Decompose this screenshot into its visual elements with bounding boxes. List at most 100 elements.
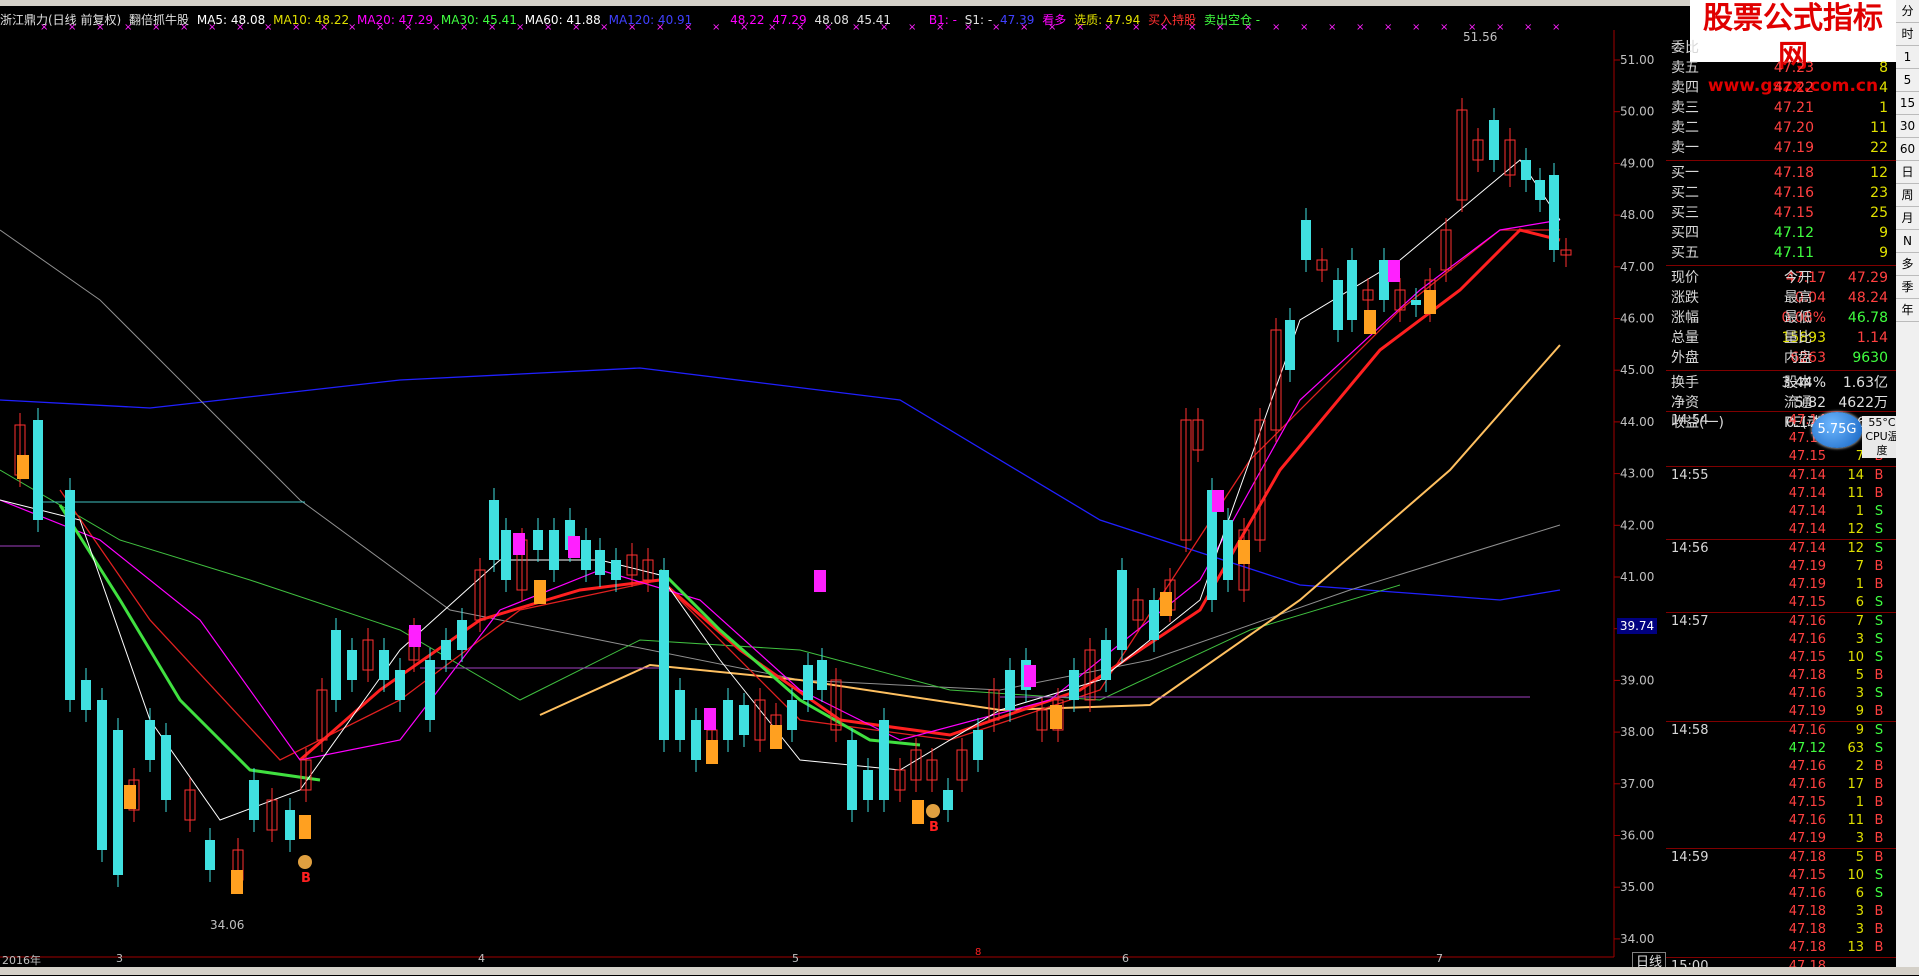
top-cross-mark: × xyxy=(264,22,272,33)
tick-price: 47.16 xyxy=(1788,886,1826,901)
top-cross-mark: × xyxy=(712,22,720,33)
period-tab[interactable]: 日 xyxy=(1896,161,1919,184)
bid-row[interactable]: 买四 47.12 9 xyxy=(1666,223,1896,243)
ask-row[interactable]: 卖五 47.23 8 xyxy=(1666,58,1896,78)
signal-bar xyxy=(1364,310,1376,334)
tick-price: 47.18 xyxy=(1788,668,1826,683)
top-cross-mark: × xyxy=(880,22,888,33)
top-cross-mark: × xyxy=(292,22,300,33)
top-cross-mark: × xyxy=(152,22,160,33)
top-cross-mark: × xyxy=(68,22,76,33)
period-tab[interactable]: 周 xyxy=(1896,184,1919,207)
price-label: 43.00 xyxy=(1620,467,1654,481)
candle-body xyxy=(1379,260,1389,300)
tick-volume: 12 xyxy=(1847,522,1864,537)
tick-row: 47.19 3 B xyxy=(1666,830,1896,848)
quote-key: 总量 xyxy=(1671,330,1699,346)
candle-body xyxy=(879,720,889,800)
top-cross-mark: × xyxy=(656,22,664,33)
low-label: 34.06 xyxy=(210,918,245,932)
tick-list[interactable]: 14:5447.1447.1447.157B14:5547.1414B47.14… xyxy=(1666,411,1896,976)
tick-direction: B xyxy=(1874,759,1884,774)
ask-volume: 22 xyxy=(1870,140,1888,156)
candle-body xyxy=(863,770,873,800)
tick-direction: B xyxy=(1874,904,1884,919)
candle-body xyxy=(611,560,621,580)
period-tab[interactable]: 1 xyxy=(1896,46,1919,69)
quote-row: 现价 47.17 今开 47.29 xyxy=(1666,268,1896,288)
quote-stats: 现价 47.17 今开 47.29 涨跌 0.04 最高 48.24 涨幅 0.08% 最低 46.7… xyxy=(1666,268,1896,433)
tick-row: 14:58 47.16 9 S xyxy=(1666,721,1896,740)
top-cross-mark: × xyxy=(992,22,1000,33)
magenta-bar xyxy=(1388,260,1400,282)
bid-row[interactable]: 买一 47.18 12 xyxy=(1666,163,1896,183)
tick-direction: S xyxy=(1874,650,1884,665)
top-cross-mark: × xyxy=(1524,22,1532,33)
period-tab[interactable]: 年 xyxy=(1896,299,1919,322)
tick-direction: B xyxy=(1874,559,1884,574)
ask-row[interactable]: 卖二 47.20 11 xyxy=(1666,118,1896,138)
top-cross-mark: × xyxy=(1216,22,1224,33)
month-label-1: 3 xyxy=(116,952,123,965)
bid-label: 买四 xyxy=(1671,225,1699,241)
period-tab[interactable]: 季 xyxy=(1896,276,1919,299)
ask-label: 卖三 xyxy=(1671,100,1699,116)
period-tab[interactable]: 5 xyxy=(1896,69,1919,92)
tick-row: 14:55 47.14 14 B xyxy=(1666,466,1896,485)
signal-bar xyxy=(124,785,136,809)
month-label-4: 6 xyxy=(1122,952,1129,965)
quote-key: 最低 xyxy=(1784,310,1812,326)
tick-row: 47.14 12 S xyxy=(1666,521,1896,539)
month-label-3: 5 xyxy=(792,952,799,965)
tick-price: 47.16 xyxy=(1788,614,1826,629)
price-label: 41.00 xyxy=(1620,570,1654,584)
magenta-bar xyxy=(814,570,826,592)
candle-body xyxy=(1521,160,1531,180)
period-tab[interactable]: 15 xyxy=(1896,92,1919,115)
period-tab[interactable]: N xyxy=(1896,230,1919,253)
quote-value: 1.63亿 xyxy=(1842,375,1888,391)
candle-body xyxy=(739,705,749,735)
period-tab[interactable]: 月 xyxy=(1896,207,1919,230)
tick-price: 47.19 xyxy=(1788,559,1826,574)
current-price-tag: 39.74 xyxy=(1617,618,1657,634)
magenta-bar xyxy=(513,533,525,555)
candle-body xyxy=(973,730,983,760)
tick-direction: B xyxy=(1874,795,1884,810)
memory-badge[interactable]: 5.75G xyxy=(1812,412,1862,448)
order-book-header: 委比 xyxy=(1671,40,1699,56)
tick-volume: 1 xyxy=(1855,504,1864,519)
period-tab[interactable]: 分 xyxy=(1896,0,1919,23)
tick-price: 47.18 xyxy=(1788,922,1826,937)
price-label: 51.00 xyxy=(1620,53,1654,67)
quote-row: 净资 5.82 流通 4622万 xyxy=(1666,393,1896,413)
top-cross-mark: × xyxy=(1552,22,1560,33)
period-tab[interactable]: 时 xyxy=(1896,23,1919,46)
candlestick-chart[interactable]: 51.00 50.00 49.00 48.00 47.00 46.00 45.00 44.00… xyxy=(0,0,1666,965)
tick-volume: 3 xyxy=(1855,686,1864,701)
quote-key: 涨幅 xyxy=(1671,310,1699,326)
ask-row[interactable]: 卖四 47.22 4 xyxy=(1666,78,1896,98)
tick-time: 14:54 xyxy=(1671,413,1709,428)
top-cross-mark: × xyxy=(1160,22,1168,33)
period-tab[interactable]: 30 xyxy=(1896,115,1919,138)
quote-row: 总量 15893 量比 1.14 xyxy=(1666,328,1896,348)
top-cross-mark: × xyxy=(1020,22,1028,33)
period-tab[interactable]: 多 xyxy=(1896,253,1919,276)
ask-row[interactable]: 卖一 47.19 22 xyxy=(1666,138,1896,158)
bid-row[interactable]: 买二 47.16 23 xyxy=(1666,183,1896,203)
price-label: 38.00 xyxy=(1620,725,1654,739)
top-cross-mark: × xyxy=(768,22,776,33)
bid-row[interactable]: 买五 47.11 9 xyxy=(1666,243,1896,263)
bid-row[interactable]: 买三 47.15 25 xyxy=(1666,203,1896,223)
top-cross-mark: × xyxy=(1188,22,1196,33)
tick-time: 14:56 xyxy=(1671,541,1709,556)
ask-price: 47.20 xyxy=(1773,120,1814,136)
price-label: 39.00 xyxy=(1620,673,1654,687)
tick-volume: 10 xyxy=(1847,650,1864,665)
signal-bar xyxy=(1050,705,1062,729)
ask-row[interactable]: 卖三 47.21 1 xyxy=(1666,98,1896,118)
tick-volume: 11 xyxy=(1847,486,1864,501)
candle-body xyxy=(1333,280,1343,330)
period-tab[interactable]: 60 xyxy=(1896,138,1919,161)
